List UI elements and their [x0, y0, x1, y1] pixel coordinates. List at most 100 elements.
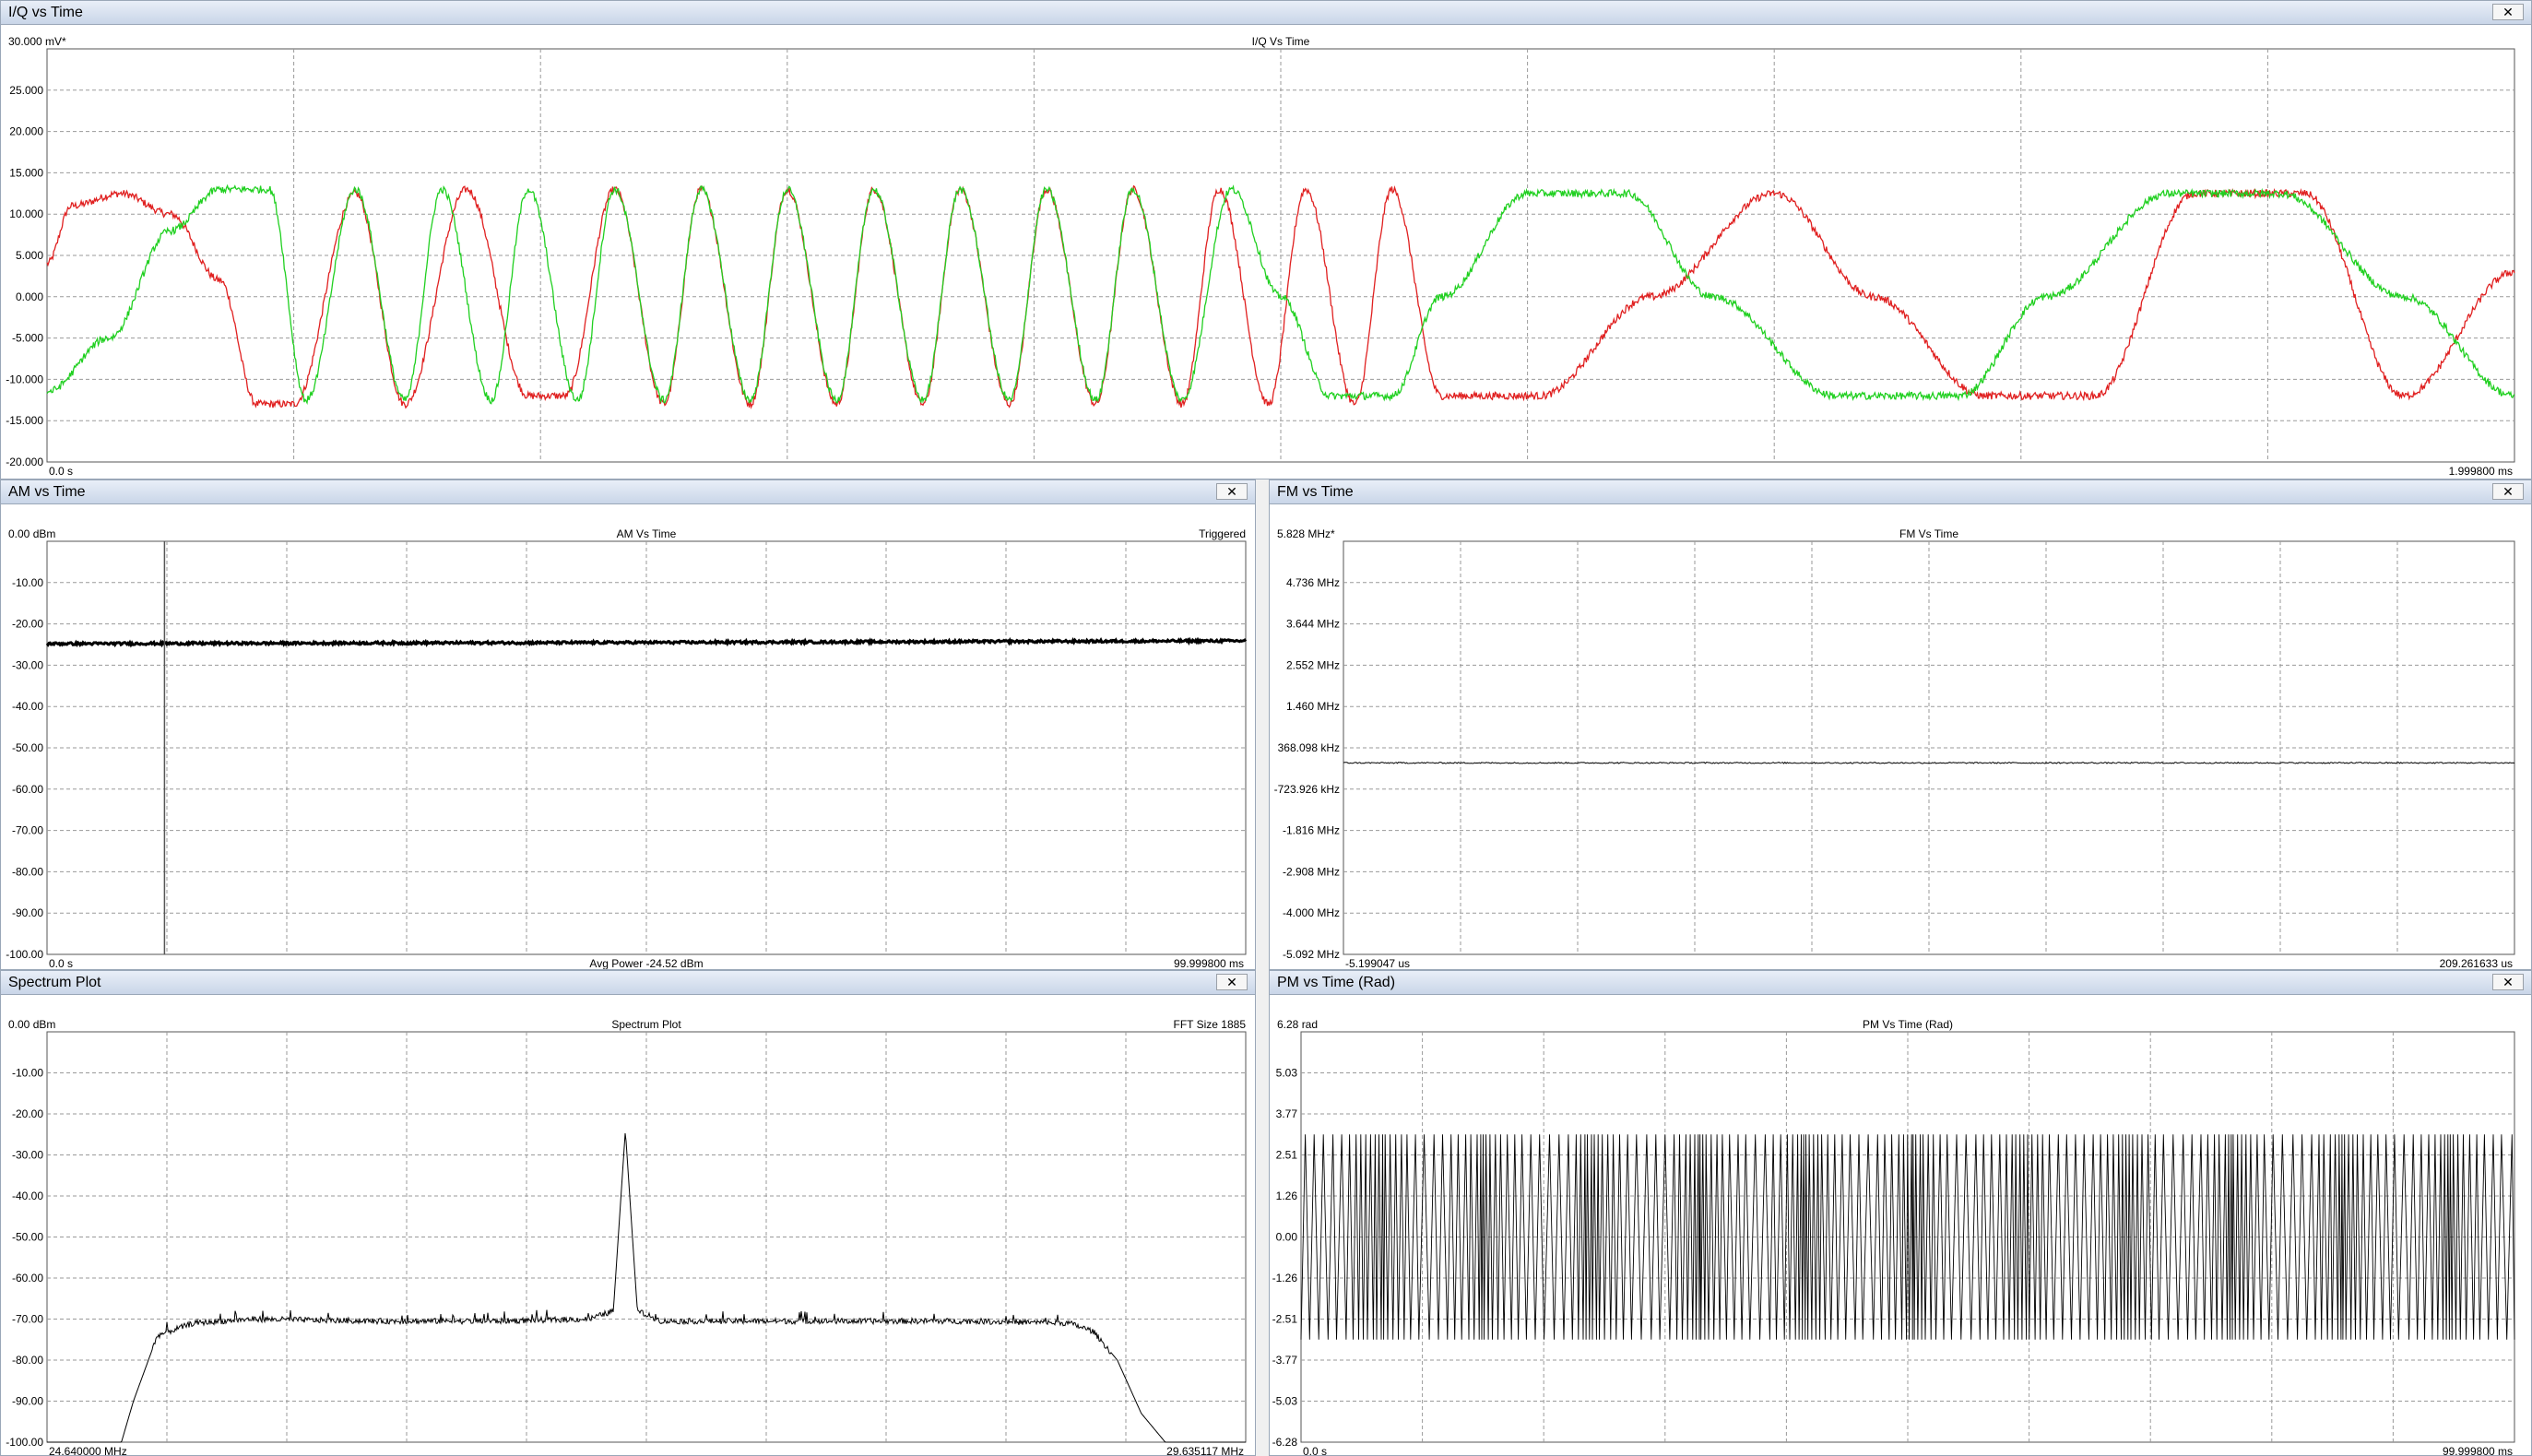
fm-y-tick-label: -2.908 MHz	[1283, 865, 1340, 878]
pm-bottom-left-label: 0.0 s	[1303, 1445, 1327, 1455]
pm-y-tick-label: -5.03	[1272, 1395, 1298, 1408]
spectrum-chart: 0.00 dBm Spectrum Plot FFT Size 1885 -10.00…	[6, 1018, 1247, 1455]
fm-y-tick-label: -723.926 kHz	[1274, 783, 1340, 796]
pm-y-tick-label: 5.03	[1276, 1067, 1298, 1080]
iq-y-tick-label: 25.000	[9, 84, 43, 97]
fm-panel-title: FM vs Time	[1277, 484, 1354, 500]
spectrum-y-tick-label: -100.00	[6, 1436, 43, 1449]
pm-bottom-right-label: 99.999800 ms	[2443, 1445, 2513, 1455]
spectrum-chart-title: Spectrum Plot	[611, 1018, 681, 1031]
am-top-right-label: Triggered	[1199, 527, 1246, 540]
am-frame	[46, 540, 1247, 955]
fm-chart: 5.828 MHz* FM Vs Time 4.736 MHz 3.644 MHz 2.…	[1274, 527, 2515, 969]
fm-panel: FM vs Time ✕ 5.828 MHz* FM Vs Time 4.736 M…	[1269, 479, 2532, 970]
fm-y-tick-label: 2.552 MHz	[1286, 658, 1340, 671]
iq-frame	[46, 48, 2515, 463]
spectrum-y-tick-label: -70.00	[12, 1313, 43, 1326]
am-y-tick-label: -40.00	[12, 700, 43, 713]
am-y-tick-label: -80.00	[12, 865, 43, 878]
am-chart: 0.00 dBm AM Vs Time Triggered -10.00 -20.00 -…	[6, 527, 1248, 969]
am-y-tick-label: -90.00	[12, 906, 43, 919]
iq-panel: I/Q vs Time ✕ 30.000 mV* I/Q Vs Time 25.00…	[0, 0, 2532, 479]
iq-y-tick-label: 5.000	[16, 249, 43, 262]
fm-bottom-left-label: -5.199047 us	[1345, 957, 1410, 969]
iq-titlebar[interactable]: I/Q vs Time ✕	[1, 1, 2531, 25]
am-panel: AM vs Time ✕ 0.00 dBm AM Vs Time Triggered…	[0, 479, 1256, 970]
pm-y-tick-label: -1.26	[1272, 1272, 1298, 1284]
pm-panel-title: PM vs Time (Rad)	[1277, 975, 1396, 990]
fm-bottom-right-label: 209.261633 us	[2440, 957, 2513, 969]
am-y-tick-label: -60.00	[12, 783, 43, 796]
am-bottom-right-label: 99.999800 ms	[1174, 957, 1244, 969]
iq-y-tick-label: -10.000	[6, 373, 43, 385]
am-close-button[interactable]: ✕	[1216, 483, 1248, 500]
iq-y-tick-label: 15.000	[9, 166, 43, 179]
spectrum-close-button[interactable]: ✕	[1216, 974, 1248, 990]
spectrum-bottom-left-label: 24.640000 MHz	[49, 1445, 127, 1455]
am-y-tick-label: -70.00	[12, 824, 43, 837]
pm-y-tick-label: 3.77	[1276, 1107, 1298, 1120]
spectrum-titlebar[interactable]: Spectrum Plot ✕	[1, 971, 1255, 995]
iq-panel-title: I/Q vs Time	[8, 5, 83, 20]
fm-chart-title: FM Vs Time	[1899, 527, 1958, 540]
iq-y-tick-label: 10.000	[9, 207, 43, 220]
iq-close-button[interactable]: ✕	[2492, 4, 2524, 20]
iq-chart-title: I/Q Vs Time	[1252, 35, 1310, 48]
iq-y-tick-label: -20.000	[6, 456, 43, 468]
spectrum-top-left-label: 0.00 dBm	[8, 1018, 55, 1031]
spectrum-y-tick-label: -20.00	[12, 1107, 43, 1120]
spectrum-top-right-label: FFT Size 1885	[1174, 1018, 1247, 1031]
pm-y-tick-label: 2.51	[1276, 1149, 1298, 1162]
am-y-tick-label: -100.00	[6, 948, 43, 961]
iq-bottom-right-label: 1.999800 ms	[2449, 465, 2513, 478]
am-y-tick-label: -10.00	[12, 576, 43, 589]
spectrum-y-tick-label: -90.00	[12, 1395, 43, 1408]
fm-y-tick-label: 4.736 MHz	[1286, 576, 1340, 589]
pm-y-tick-label: -3.77	[1272, 1354, 1298, 1367]
pm-y-tick-label: -2.51	[1272, 1313, 1298, 1326]
fm-top-left-label: 5.828 MHz*	[1277, 527, 1335, 540]
fm-close-button[interactable]: ✕	[2492, 483, 2524, 500]
am-bottom-left-label: 0.0 s	[49, 957, 73, 969]
am-y-tick-label: -30.00	[12, 658, 43, 671]
pm-y-tick-label: 0.00	[1276, 1231, 1298, 1244]
spectrum-y-tick-label: -80.00	[12, 1354, 43, 1367]
am-y-tick-label: -50.00	[12, 741, 43, 754]
spectrum-y-tick-label: -10.00	[12, 1067, 43, 1080]
fm-y-tick-label: 1.460 MHz	[1286, 700, 1340, 713]
pm-chart-title: PM Vs Time (Rad)	[1863, 1018, 1953, 1031]
fm-y-tick-label: -4.000 MHz	[1283, 906, 1340, 919]
am-panel-title: AM vs Time	[8, 484, 86, 500]
iq-y-tick-label: -5.000	[12, 332, 43, 345]
am-chart-title: AM Vs Time	[617, 527, 677, 540]
am-y-tick-label: -20.00	[12, 618, 43, 631]
iq-y-tick-label: 0.000	[16, 290, 43, 303]
pm-y-tick-label: 1.26	[1276, 1190, 1298, 1202]
fm-titlebar[interactable]: FM vs Time ✕	[1270, 480, 2531, 504]
spectrum-bottom-right-label: 29.635117 MHz	[1166, 1445, 1244, 1455]
pm-frame	[1300, 1031, 2515, 1443]
iq-top-left-label: 30.000 mV*	[8, 35, 66, 48]
pm-y-tick-label: -6.28	[1272, 1436, 1298, 1449]
iq-y-tick-label: 20.000	[9, 125, 43, 138]
pm-top-left-label: 6.28 rad	[1277, 1018, 1318, 1031]
spectrum-y-tick-label: -50.00	[12, 1231, 43, 1244]
am-titlebar[interactable]: AM vs Time ✕	[1, 480, 1255, 504]
fm-y-tick-label: -1.816 MHz	[1283, 824, 1340, 837]
spectrum-y-tick-label: -30.00	[12, 1149, 43, 1162]
iq-chart: 30.000 mV* I/Q Vs Time 25.000 20.000 15.000 1…	[6, 35, 2515, 478]
pm-titlebar[interactable]: PM vs Time (Rad) ✕	[1270, 971, 2531, 995]
fm-y-tick-label: -5.092 MHz	[1283, 948, 1340, 961]
pm-panel: PM vs Time (Rad) ✕ 6.28 rad PM Vs Time (R…	[1269, 970, 2532, 1456]
pm-chart: 6.28 rad PM Vs Time (Rad) 5.03 3.77 2.51 1.26…	[1272, 1018, 2515, 1455]
fm-y-tick-label: 3.644 MHz	[1286, 618, 1340, 631]
iq-bottom-left-label: 0.0 s	[49, 465, 73, 478]
pm-close-button[interactable]: ✕	[2492, 974, 2524, 990]
spectrum-y-tick-label: -60.00	[12, 1272, 43, 1284]
iq-y-tick-label: -15.000	[6, 414, 43, 427]
spectrum-panel: Spectrum Plot ✕ 0.00 dBm Spectrum Plot FFT…	[0, 970, 1256, 1456]
spectrum-frame	[46, 1031, 1247, 1443]
am-top-left-label: 0.00 dBm	[8, 527, 55, 540]
am-bottom-center-label: Avg Power -24.52 dBm	[589, 957, 703, 969]
fm-frame	[1343, 540, 2515, 955]
